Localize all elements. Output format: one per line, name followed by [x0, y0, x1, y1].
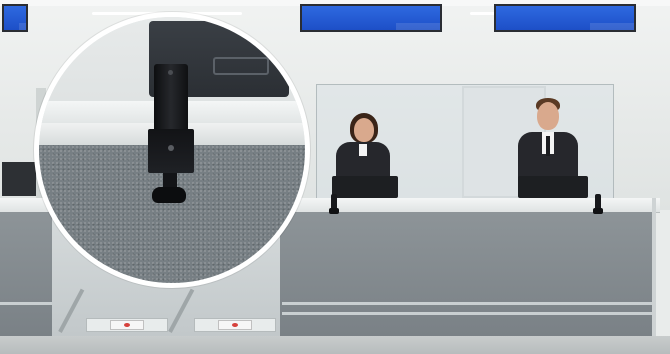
clamp-knob — [152, 187, 186, 203]
counter-front-right — [280, 212, 654, 336]
card-reader-device-icon — [593, 194, 603, 214]
desk-monitor-left — [2, 162, 36, 196]
counter-edge — [652, 198, 656, 336]
overhead-screen-center — [300, 4, 442, 32]
scale-sticker — [110, 320, 144, 330]
counter-stripe — [0, 302, 52, 305]
card-reader-device-icon — [154, 64, 188, 132]
counter-stripe — [282, 302, 652, 305]
photo-scene — [0, 0, 670, 354]
desk-monitor-right — [518, 176, 588, 198]
floor — [0, 336, 670, 354]
overhead-screen-right — [494, 4, 636, 32]
overhead-screen-left — [2, 4, 28, 32]
device-clamp — [148, 129, 194, 173]
scale-sticker — [218, 320, 252, 330]
card-reader-device-icon — [329, 194, 339, 214]
counter-stripe — [282, 312, 652, 315]
desk-monitor-center — [332, 176, 398, 198]
zoom-inset — [34, 12, 310, 288]
